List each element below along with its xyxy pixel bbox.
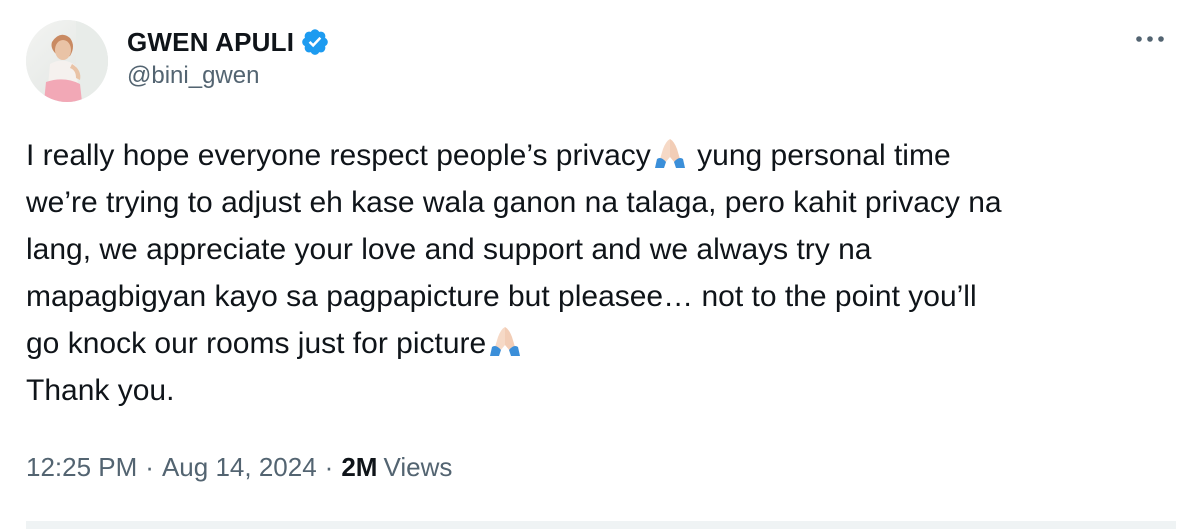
author-name-row: GWEN APULI — [127, 22, 330, 62]
tweet-line-text: I really hope everyone respect people’s … — [26, 139, 651, 172]
author-handle[interactable]: @bini_gwen — [127, 62, 259, 90]
views-count[interactable]: 2M — [341, 452, 377, 483]
tweet-card: GWEN APULI @bini_gwen I really hope ever… — [0, 0, 1200, 529]
tweet-line-text: go knock our rooms just for picture — [26, 327, 487, 360]
tweet-line: mapagbigyan kayo sa pagpapicture but ple… — [26, 280, 977, 313]
verified-badge-icon[interactable] — [300, 27, 330, 57]
views-label[interactable]: Views — [383, 452, 452, 483]
avatar-image — [26, 20, 108, 102]
tweet-meta: 12:25 PM · Aug 14, 2024 · 2M Views — [26, 452, 452, 483]
display-name[interactable]: GWEN APULI — [127, 27, 294, 58]
tweet-line: lang, we appreciate your love and suppor… — [26, 233, 872, 266]
more-options-icon[interactable] — [1128, 24, 1172, 54]
tweet-time[interactable]: 12:25 PM — [26, 452, 137, 483]
folded-hands-icon — [651, 135, 689, 169]
tweet-text: I really hope everyone respect people’s … — [26, 132, 1176, 414]
tweet-line: go knock our rooms just for picture — [26, 320, 1176, 367]
tweet-line-text: yung personal time — [688, 139, 951, 172]
tweet-date[interactable]: Aug 14, 2024 — [162, 452, 317, 483]
tweet-line: I really hope everyone respect people’s … — [26, 132, 1176, 179]
meta-separator: · — [145, 452, 154, 482]
tweet-line: Thank you. — [26, 374, 175, 407]
meta-separator: · — [324, 452, 334, 482]
folded-hands-icon — [486, 323, 524, 357]
avatar[interactable] — [26, 20, 108, 102]
divider — [26, 521, 1176, 529]
tweet-line: we’re trying to adjust eh kase wala gano… — [26, 186, 1002, 219]
